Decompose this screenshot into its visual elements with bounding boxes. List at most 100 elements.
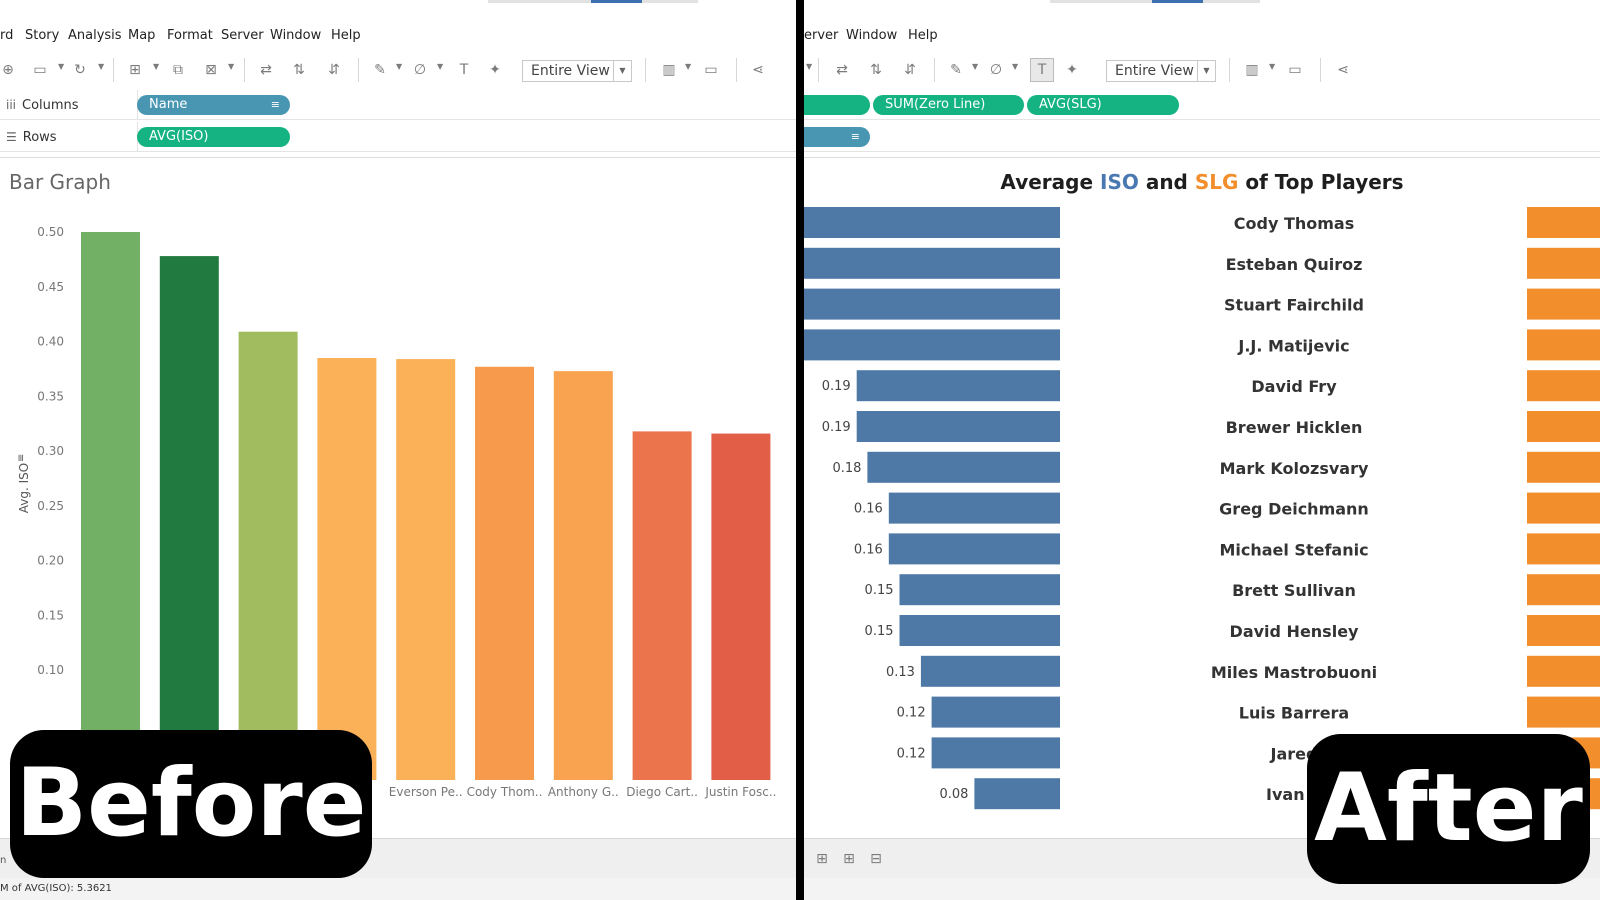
menu-window[interactable]: Window [270, 28, 321, 43]
y-axis-label: Avg. ISO [17, 463, 31, 513]
tab-strip [0, 0, 796, 10]
x-tick-label: Justin Fosc.. [704, 785, 776, 799]
clear-sheet-icon[interactable]: ⊠ [203, 62, 219, 78]
iso-bar [888, 492, 1060, 524]
swap-icon[interactable]: ⇄ [834, 62, 850, 78]
iso-bar [867, 451, 1060, 483]
status-text: M of AVG(ISO): 5.3621 [0, 883, 112, 894]
share-icon[interactable]: ⋖ [750, 62, 766, 78]
menu-help[interactable]: Help [908, 28, 938, 43]
new-story-icon[interactable]: ⊟ [868, 851, 884, 867]
show-labels-icon[interactable]: T [456, 62, 472, 78]
x-tick-label: Cody Thom.. [467, 785, 543, 799]
duplicate-sheet-icon[interactable]: ⧉ [170, 62, 186, 78]
rows-pill-truncated[interactable]: ≡ [804, 127, 870, 147]
chevron-down-icon[interactable]: ▼ [1012, 62, 1018, 71]
menu-help[interactable]: Help [331, 28, 361, 43]
highlight-icon[interactable]: ✎ [948, 62, 964, 78]
new-worksheet-icon[interactable]: ⊞ [127, 62, 143, 78]
iso-data-label: 0.19 [822, 379, 851, 394]
x-tick-label: Everson Pe.. [389, 785, 463, 799]
chevron-down-icon[interactable]: ▼ [685, 62, 691, 71]
highlight-icon[interactable]: ✎ [372, 62, 388, 78]
columns-icon: iii [6, 98, 17, 112]
sort-ascending-icon[interactable]: ⇅ [291, 62, 307, 78]
columns-shelf-label: iii Columns [0, 90, 138, 120]
iso-bar [804, 207, 1060, 238]
pin-icon[interactable]: ✦ [487, 62, 503, 78]
iso-data-label: 0.12 [897, 706, 926, 721]
player-name-label: Brett Sullivan [1232, 581, 1356, 600]
chart-title: Average ISO and SLG of Top Players [1000, 170, 1404, 194]
menu-server[interactable]: Server [221, 28, 264, 43]
bar [81, 232, 140, 780]
avg-slg-pill[interactable]: AVG(SLG) [1027, 95, 1179, 115]
chevron-down-icon[interactable]: ▼ [228, 62, 234, 71]
menu-analysis[interactable]: Analysis [68, 28, 122, 43]
menu-server[interactable]: erver [804, 28, 838, 43]
new-datasource-icon[interactable]: ⊕ [0, 62, 16, 78]
pin-icon[interactable]: ✦ [1064, 62, 1080, 78]
show-me-icon[interactable]: ▥ [661, 62, 677, 78]
status-bar: M of AVG(ISO): 5.3621 [0, 878, 796, 900]
y-tick-label: 0.20 [37, 554, 64, 568]
bar [159, 256, 219, 780]
slg-bar [1527, 207, 1600, 238]
zero-line-pill[interactable]: SUM(Zero Line) [873, 95, 1024, 115]
chevron-down-icon[interactable]: ▼ [396, 62, 402, 71]
refresh-icon[interactable]: ↻ [72, 62, 88, 78]
slg-bar [1527, 615, 1600, 646]
share-icon[interactable]: ⋖ [1335, 62, 1351, 78]
presentation-icon[interactable]: ▭ [703, 62, 719, 78]
sort-descending-icon[interactable]: ⇵ [902, 62, 918, 78]
toolbar: ▼ ⇄ ⇅ ⇵ ✎ ▼ ∅ ▼ T ✦ Entire View ▼ ▥ ▼ ▭ … [804, 48, 1600, 92]
iso-data-label: 0.18 [832, 461, 861, 476]
show-me-icon[interactable]: ▥ [1244, 62, 1260, 78]
iso-data-label: 0.19 [822, 420, 851, 435]
sort-descending-icon[interactable]: ⇵ [326, 62, 342, 78]
slg-bar [1527, 329, 1600, 361]
chevron-down-icon[interactable]: ▼ [437, 62, 443, 71]
slg-bar [1527, 247, 1600, 279]
sort-icon: ≡ [16, 454, 27, 462]
fit-select[interactable]: Entire View ▼ [522, 60, 632, 82]
slg-bar [1527, 411, 1600, 442]
presentation-icon[interactable]: ▭ [1287, 62, 1303, 78]
chevron-down-icon[interactable]: ▼ [806, 62, 812, 71]
new-worksheet-icon[interactable]: ⊞ [814, 851, 830, 867]
columns-shelf: iii Columns Name ≡ [0, 90, 796, 120]
menu-window[interactable]: Window [846, 28, 897, 43]
menu-map[interactable]: Map [128, 28, 155, 43]
chevron-down-icon[interactable]: ▼ [153, 62, 159, 71]
group-icon[interactable]: ∅ [988, 62, 1004, 78]
save-icon[interactable]: ▭ [32, 62, 48, 78]
chevron-down-icon[interactable]: ▼ [98, 62, 104, 71]
show-labels-icon[interactable]: T [1030, 58, 1054, 82]
swap-icon[interactable]: ⇄ [258, 62, 274, 78]
slg-bar [1527, 370, 1600, 402]
iso-bar [899, 615, 1060, 646]
iso-bar [856, 411, 1060, 442]
rows-icon: ☰ [6, 130, 17, 144]
bar [317, 357, 377, 780]
chevron-down-icon[interactable]: ▼ [972, 62, 978, 71]
menu-bar: rd Story Analysis Map Format Server Wind… [0, 26, 796, 46]
menu-dashboard[interactable]: rd [0, 28, 13, 43]
bar [632, 431, 692, 780]
bar [396, 359, 456, 780]
menu-format[interactable]: Format [167, 28, 213, 43]
fit-select[interactable]: Entire View ▼ [1106, 60, 1216, 82]
slg-bar [1527, 655, 1600, 687]
sheet-tab-fragment[interactable]: n [0, 855, 6, 866]
menu-story[interactable]: Story [25, 28, 59, 43]
chevron-down-icon[interactable]: ▼ [1269, 62, 1275, 71]
chevron-down-icon[interactable]: ▼ [58, 62, 64, 71]
group-icon[interactable]: ∅ [412, 62, 428, 78]
avg-iso-pill[interactable]: AVG(ISO) [137, 127, 290, 147]
new-dashboard-icon[interactable]: ⊞ [841, 851, 857, 867]
columns-pill-truncated[interactable] [804, 95, 870, 115]
iso-data-label: 0.16 [854, 502, 883, 517]
sort-ascending-icon[interactable]: ⇅ [868, 62, 884, 78]
name-pill[interactable]: Name ≡ [137, 95, 290, 115]
iso-data-label: 0.12 [897, 746, 926, 761]
